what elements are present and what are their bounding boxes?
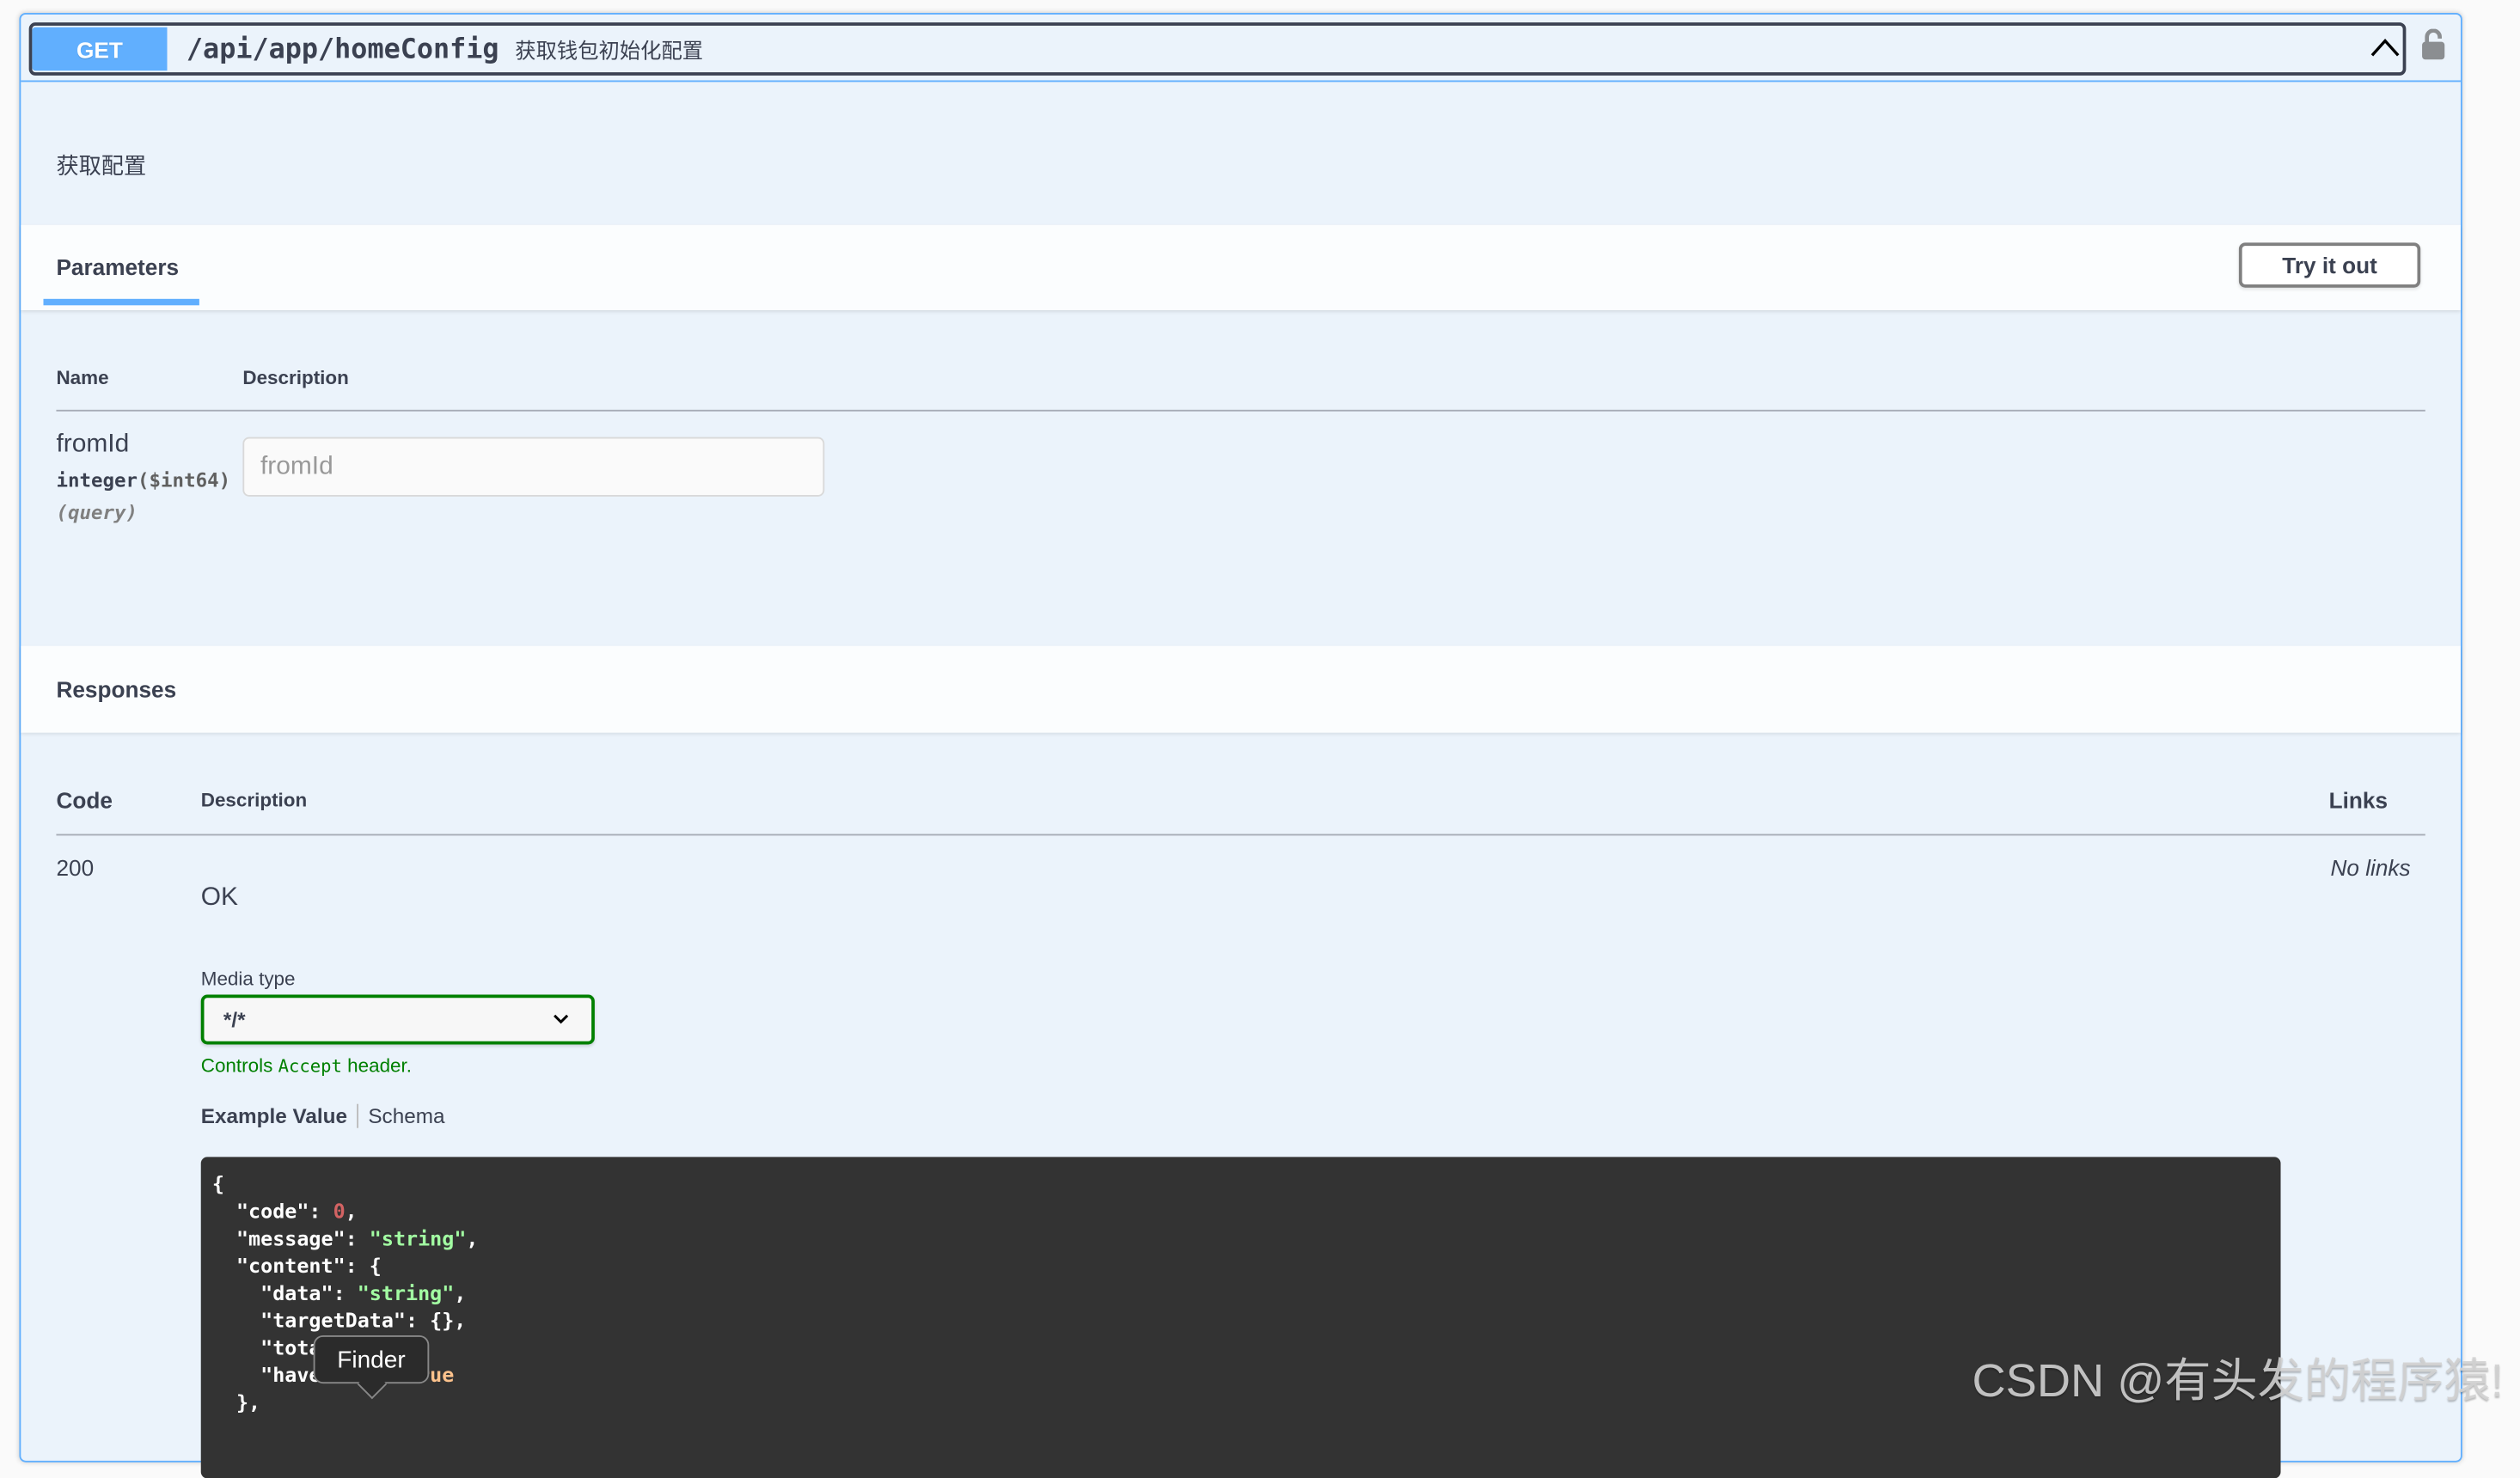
- response-column-code: Code: [56, 787, 113, 814]
- response-description: OK: [200, 883, 238, 912]
- swagger-page: GET /api/app/homeConfig 获取钱包初始化配置 获取配置 P…: [0, 0, 2520, 1478]
- code-line: "data": "string",: [211, 1280, 467, 1305]
- param-column-description: Description: [242, 366, 349, 389]
- method-badge: GET: [32, 27, 168, 71]
- accept-hint-suffix: header.: [341, 1054, 413, 1077]
- operation-description: 获取配置: [56, 152, 147, 179]
- code-line: "haveMore": true: [211, 1362, 455, 1387]
- example-value-code: { "code": 0, "message": "string", "conte…: [200, 1157, 2281, 1478]
- operation-path[interactable]: /api/app/homeConfig: [187, 33, 499, 64]
- unlock-icon[interactable]: [2420, 28, 2446, 61]
- tab-separator: [357, 1103, 359, 1128]
- response-column-links: Links: [2328, 787, 2388, 814]
- watermark: CSDN @有头发的程序猿!: [1972, 1356, 2504, 1408]
- media-type-label: Media type: [200, 967, 296, 990]
- operation-block-get: GET /api/app/homeConfig 获取钱包初始化配置 获取配置 P…: [19, 12, 2462, 1478]
- chevron-up-icon[interactable]: [2370, 35, 2400, 58]
- accept-hint-code: Accept: [278, 1055, 342, 1077]
- fromid-input[interactable]: [242, 437, 825, 497]
- accept-hint-prefix: Controls: [200, 1054, 278, 1077]
- media-type-value: */*: [223, 1007, 246, 1032]
- media-type-select[interactable]: */*: [200, 994, 595, 1045]
- code-line: "targetData": {},: [211, 1308, 467, 1333]
- param-type: integer($int64): [56, 469, 230, 492]
- operation-summary[interactable]: GET /api/app/homeConfig 获取钱包初始化配置: [28, 22, 2407, 76]
- finder-tooltip: Finder: [313, 1334, 430, 1384]
- code-line: "message": "string",: [211, 1225, 479, 1250]
- param-type-name: integer: [56, 469, 138, 492]
- response-links: No links: [2330, 854, 2411, 881]
- response-code: 200: [56, 854, 95, 881]
- param-type-format: ($int64): [138, 469, 231, 492]
- summary-divider: [21, 80, 2461, 82]
- tab-schema[interactable]: Schema: [368, 1104, 444, 1128]
- chevron-down-icon: [554, 1014, 569, 1024]
- tab-example-value[interactable]: Example Value: [201, 1104, 347, 1128]
- responses-header: Responses: [21, 645, 2461, 733]
- try-it-out-button[interactable]: Try it out: [2238, 242, 2421, 288]
- response-table-divider: [56, 834, 2425, 836]
- response-column-description: Description: [200, 789, 308, 812]
- tab-active-indicator: [43, 298, 199, 306]
- param-name: fromId: [56, 431, 130, 458]
- example-tabs: Example Value Schema: [201, 1103, 445, 1128]
- code-line: "content": {: [211, 1253, 382, 1278]
- accept-header-hint: Controls Accept header.: [201, 1054, 412, 1077]
- code-line: },: [211, 1389, 261, 1414]
- code-line: "total": 0,: [211, 1334, 394, 1360]
- param-column-name: Name: [56, 366, 109, 389]
- code-line: "code": 0,: [211, 1199, 358, 1224]
- tab-parameters[interactable]: Parameters: [56, 253, 179, 279]
- operation-summary-text: 获取钱包初始化配置: [515, 38, 704, 63]
- responses-title: Responses: [56, 676, 177, 703]
- code-line: {: [211, 1171, 224, 1196]
- parameters-header: Parameters Try it out: [21, 224, 2461, 310]
- param-table-divider: [56, 409, 2425, 412]
- param-location: (query): [56, 501, 138, 524]
